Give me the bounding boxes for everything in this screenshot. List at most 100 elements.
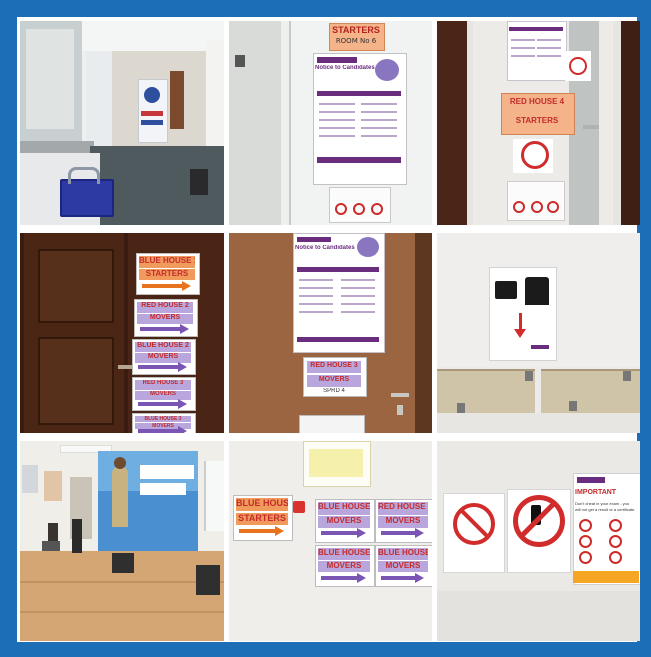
red-icon	[335, 203, 347, 215]
wood-frame-right	[621, 21, 640, 225]
starters-sign-label: STARTERS	[332, 25, 380, 35]
notice-text-line	[299, 303, 333, 305]
photo-notice-door: STARTERS ROOM No 6 Notice to Candidates	[229, 21, 432, 225]
door-handle	[391, 393, 409, 397]
arrow-head-icon	[357, 573, 366, 583]
no-phones-icon	[521, 141, 549, 169]
floor-plank	[20, 611, 224, 613]
wall-poster	[22, 465, 38, 493]
hook-board	[437, 369, 535, 415]
poster-icon	[579, 535, 592, 548]
notice-band	[317, 91, 401, 96]
poster-icon	[609, 535, 622, 548]
basket-handle	[68, 167, 100, 184]
notice-text-line	[361, 135, 397, 137]
arrow-right-icon	[138, 429, 178, 433]
mural-figure-head	[114, 457, 126, 469]
floor-plank	[20, 581, 224, 583]
notice-text-line	[361, 127, 397, 129]
black-bin	[190, 169, 208, 195]
poster-icon	[579, 551, 592, 564]
photo-wooden-door-signs: BLUE HOUSE 1 STARTERS RED HOUSE 2 MOVERS BLU…	[20, 233, 224, 433]
photo-red-house-door: RED HOUSE 4 STARTERS	[437, 21, 640, 225]
notice-text-line	[341, 287, 375, 289]
photo-collage: STARTERS ROOM No 6 Notice to Candidates	[0, 0, 651, 657]
red-house-sign-label: RED HOUSE 3	[310, 362, 358, 369]
house-sign-level: STARTERS	[238, 513, 286, 523]
poster-icon	[609, 551, 622, 564]
arrow-head-icon	[178, 399, 187, 409]
arrow-right-icon	[140, 327, 180, 331]
photo-door-notice: Notice to Candidates RED HOUSE 3 MOVERS …	[229, 233, 432, 433]
bag-icon	[495, 281, 517, 299]
notice-text-line	[511, 47, 535, 49]
photo-hallway-basket	[20, 21, 224, 225]
window-sill	[20, 141, 94, 153]
house-sign-level: MOVERS	[326, 561, 362, 570]
notice-text-line	[319, 111, 355, 113]
door-inset	[38, 249, 114, 323]
arrow-right-icon	[239, 529, 275, 533]
mural-figure	[112, 467, 128, 527]
mural-label-box	[140, 483, 186, 495]
notice-header-bar	[297, 237, 331, 242]
arrow-head-icon	[178, 362, 187, 372]
notice-title: Notice to Candidates	[295, 245, 355, 251]
notice-footer-band	[297, 337, 379, 342]
arrow-head-icon	[357, 528, 366, 538]
notice-text-line	[341, 279, 375, 281]
house-sign-title: BLUE HOUSE 2	[137, 342, 189, 349]
poster-icon	[609, 519, 622, 532]
notice-text-line	[341, 295, 375, 297]
prohibition-icon	[569, 57, 587, 75]
arrow-head-icon	[415, 528, 424, 538]
notice-text-line	[299, 279, 333, 281]
red-icon	[547, 201, 559, 213]
mural-label-box	[140, 465, 194, 479]
house-sign-title: BLUE HOUSE 1	[236, 498, 288, 508]
poster-title: IMPORTANT	[575, 489, 617, 496]
arrow-right-icon	[138, 365, 178, 369]
door-lock	[397, 405, 403, 415]
photo-wall-house-signs: BLUE HOUSE 1 STARTERS BLUE HOUSE 2 MOVERS RE…	[229, 441, 432, 641]
notice-text-line	[319, 135, 355, 137]
photo-grid: STARTERS ROOM No 6 Notice to Candidates	[17, 17, 640, 642]
wood-frame-left	[437, 21, 467, 225]
house-sign-level: MOVERS	[326, 516, 362, 525]
arrow-right-icon	[381, 576, 415, 580]
blue-basket	[60, 179, 114, 217]
notice-text-line	[537, 39, 561, 41]
house-sign-title: RED HOUSE 3	[142, 380, 184, 386]
arrow-right-icon	[142, 284, 182, 288]
notice-footer-band	[317, 157, 401, 163]
notice-band	[297, 267, 379, 272]
house-sign-level: MOVERS	[149, 391, 176, 397]
house-sign-level: MOVERS	[385, 561, 421, 570]
red-house-sign-label: RED HOUSE 4	[509, 97, 565, 106]
chair	[112, 553, 134, 573]
window-pane	[26, 29, 74, 129]
banner-red-stripe	[141, 111, 163, 116]
door-handle	[583, 125, 599, 129]
arrow-right-icon	[381, 531, 415, 535]
photo-warning-signs: IMPORTANT Don't cheat in your exam - you…	[437, 441, 640, 641]
notice-title: Notice to Candidates	[315, 65, 375, 71]
arrow-head-icon	[180, 324, 189, 334]
person	[72, 519, 82, 553]
hook	[457, 403, 465, 413]
house-sign-level: STARTERS	[145, 269, 189, 278]
notice-text-line	[319, 127, 355, 129]
notice-text-line	[299, 311, 333, 313]
notice-text-line	[537, 47, 561, 49]
hook	[525, 371, 533, 381]
door-edge	[415, 233, 432, 433]
window	[204, 461, 224, 531]
poster-footer-band	[573, 571, 639, 583]
poster-text-line: will not get a result or a certificate.	[575, 507, 636, 512]
hook	[623, 371, 631, 381]
notice-text-line	[511, 39, 535, 41]
house-sign-title: BLUE HOUSE 3	[144, 416, 182, 422]
notice-text-line	[511, 55, 535, 57]
red-icon	[513, 201, 525, 213]
house-sign-title: BLUE HOUSE 1	[139, 256, 195, 265]
